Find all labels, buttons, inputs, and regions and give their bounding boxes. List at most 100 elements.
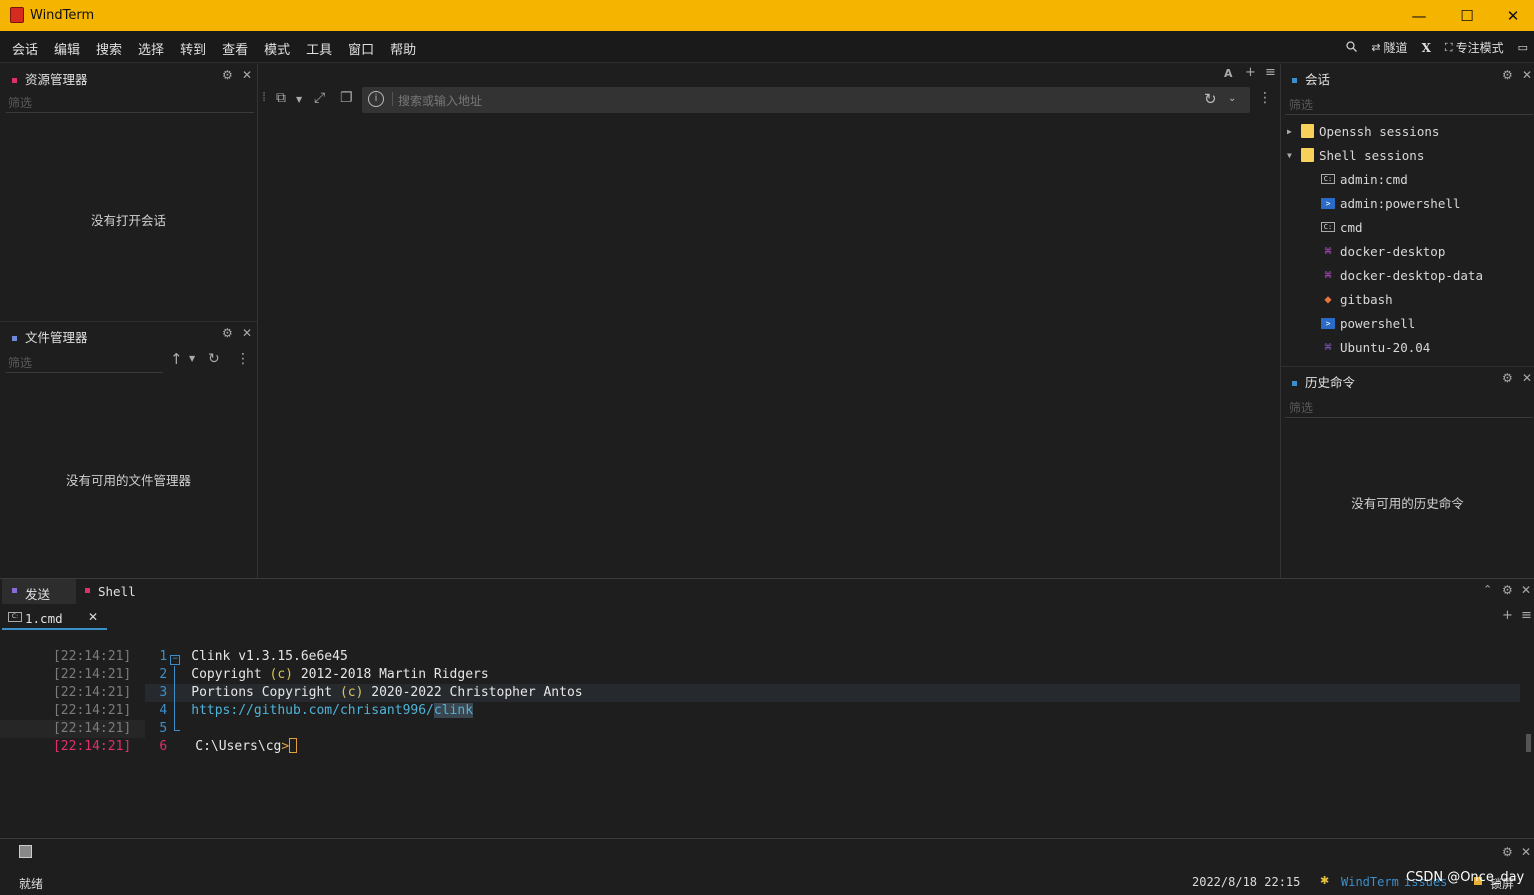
divider [6,372,163,373]
focus-icon: ⛶ [1444,40,1453,54]
detach-icon[interactable]: ⤢ [314,90,325,106]
session-item-docker-desktop-data[interactable]: ⌘ docker-desktop-data [1287,263,1533,287]
menu-goto[interactable]: 转到 [172,39,214,58]
duplicate-icon[interactable]: ❐ [340,90,353,106]
gear-icon[interactable]: ⚙ [222,68,233,82]
more-icon[interactable]: ⋮ [236,351,250,367]
gear-icon[interactable]: ⚙ [1502,68,1513,82]
close-icon[interactable]: ✕ [242,326,252,340]
terminal-tab-1[interactable]: C: 1.cmd ✕ [2,606,107,630]
add-icon[interactable]: + [1245,65,1256,80]
session-item-powershell[interactable]: > powershell [1287,311,1533,335]
menu-icon[interactable]: ≡ [1521,608,1532,623]
address-input[interactable]: 搜索或输入地址 [398,92,482,109]
explorer-filter-input[interactable]: 筛选 [8,94,32,111]
address-bar[interactable]: i 搜索或输入地址 ↻ ⌄ [362,87,1250,113]
powershell-icon: > [1321,197,1335,209]
session-item-cmd[interactable]: C: cmd [1287,215,1533,239]
cmd-icon: C: [1321,222,1335,232]
windterm-logo-icon [10,7,24,23]
chevron-down-icon[interactable]: ▼ [1287,151,1301,160]
menu-select[interactable]: 选择 [130,39,172,58]
main-area: A + ≡ ⁞ ⧉ ▼ ⤢ ❐ i 搜索或输入地址 ↻ ⌄ ⋮ [258,64,1280,578]
new-session-icon[interactable]: ⧉ [276,90,286,106]
more-icon[interactable]: ⋮ [1258,90,1272,106]
maximize-button[interactable]: ☐ [1444,0,1490,31]
scrollbar-thumb[interactable] [1526,734,1531,752]
session-item-gitbash[interactable]: ◆ gitbash [1287,287,1533,311]
refresh-icon[interactable]: ↻ [208,351,220,367]
wsl-icon: ⌘ [1324,340,1332,354]
title-bar: WindTerm — ☐ ✕ [0,0,1534,31]
x-button[interactable]: X [1422,41,1431,55]
arrow-up-icon[interactable]: ↑ [170,350,183,368]
selected-word[interactable]: clink [433,703,474,718]
tunnel-button[interactable]: ⇄ 隧道 [1371,39,1407,56]
windterm-link[interactable]: WindTerm [1341,875,1399,889]
session-item-admin-powershell[interactable]: > admin:powershell [1287,191,1533,215]
fold-icon[interactable]: − [170,655,181,665]
explorer-dot [12,72,17,86]
focus-mode-button[interactable]: ⛶ 专注模式 [1445,39,1504,56]
cursor [289,738,298,753]
font-button[interactable]: A [1224,67,1233,80]
gear-icon[interactable]: ⚙ [222,326,233,340]
menu-session[interactable]: 会话 [4,39,46,58]
close-icon[interactable]: ✕ [1521,845,1531,859]
search-icon[interactable] [1346,40,1358,55]
terminal-line-current: [22:14:21] 6 C:\Users\cg> [6,720,1506,754]
gear-icon[interactable]: ⚙ [1502,371,1513,385]
close-tab-icon[interactable]: ✕ [88,610,98,624]
menu-edit[interactable]: 编辑 [46,39,88,58]
menu-tools[interactable]: 工具 [298,39,340,58]
chevron-down-icon[interactable]: ⌄ [1228,93,1236,104]
session-group-openssh[interactable]: ▶ Openssh sessions [1287,119,1533,143]
close-icon[interactable]: ✕ [1521,583,1531,597]
menu-window[interactable]: 窗口 [340,39,382,58]
tab-shell[interactable]: Shell [76,579,156,604]
chevron-down-icon[interactable]: ▼ [189,354,195,363]
terminal-output[interactable]: [22:14:21] 1− Clink v1.3.15.6e6e45 [22:14:… [0,630,1534,838]
menu-mode[interactable]: 模式 [256,39,298,58]
chevron-up-icon[interactable]: ⌃ [1483,583,1492,596]
file-filter-input[interactable]: 筛选 [8,354,32,371]
history-filter-input[interactable]: 筛选 [1289,399,1313,416]
send-icon[interactable] [19,845,32,858]
git-icon: ◆ [1324,292,1332,306]
gear-icon[interactable]: ⚙ [1502,845,1513,859]
cmd-icon: C: [8,612,22,622]
close-icon[interactable]: ✕ [1522,371,1532,385]
sessions-filter-input[interactable]: 筛选 [1289,96,1313,113]
tab-send[interactable]: 发送 [2,579,76,604]
drag-handle-icon[interactable]: ⁞ [262,90,266,105]
session-item-docker-desktop[interactable]: ⌘ docker-desktop [1287,239,1533,263]
menu-right-tools: ⇄ 隧道 X ⛶ 专注模式 ▭ [1346,39,1528,56]
chevron-down-icon[interactable]: ▼ [296,95,302,104]
menu-help[interactable]: 帮助 [382,39,424,58]
close-icon[interactable]: ✕ [1522,68,1532,82]
chevron-right-icon[interactable]: ▶ [1287,127,1301,136]
session-group-shell[interactable]: ▼ Shell sessions [1287,143,1533,167]
close-icon[interactable]: ✕ [242,68,252,82]
info-icon[interactable]: i [368,91,384,107]
send-pane: ⚙ ✕ 就绪 2022/8/18 22:15 ✱ WindTerm issues… [0,839,1534,895]
close-button[interactable]: ✕ [1490,0,1534,31]
session-item-ubuntu[interactable]: ⌘ Ubuntu-20.04 [1287,335,1533,359]
bottom-tab-bar: 发送 Shell ⌃ ⚙ ✕ [0,579,1534,604]
terminal-lines: [22:14:21] 1− Clink v1.3.15.6e6e45 [22:14:… [6,630,1506,754]
explorer-panel: 资源管理器 ⚙ ✕ 筛选 没有打开会话 [0,64,257,321]
reload-icon[interactable]: ↻ [1204,90,1217,108]
github-link[interactable]: https://github.com/chrisant996/ [191,703,434,718]
divider [392,92,393,106]
menu-view[interactable]: 查看 [214,39,256,58]
menu-icon[interactable]: ≡ [1265,65,1276,80]
session-item-admin-cmd[interactable]: C: admin:cmd [1287,167,1533,191]
minimize-button[interactable]: — [1396,0,1442,31]
gear-icon[interactable]: ⚙ [1502,583,1513,597]
sessions-title: 会话 [1305,72,1331,87]
layout-icon[interactable]: ▭ [1518,41,1528,54]
status-datetime: 2022/8/18 22:15 [1192,875,1301,889]
history-empty-message: 没有可用的历史命令 [1351,496,1464,511]
add-icon[interactable]: + [1502,608,1513,623]
menu-search[interactable]: 搜索 [88,39,130,58]
